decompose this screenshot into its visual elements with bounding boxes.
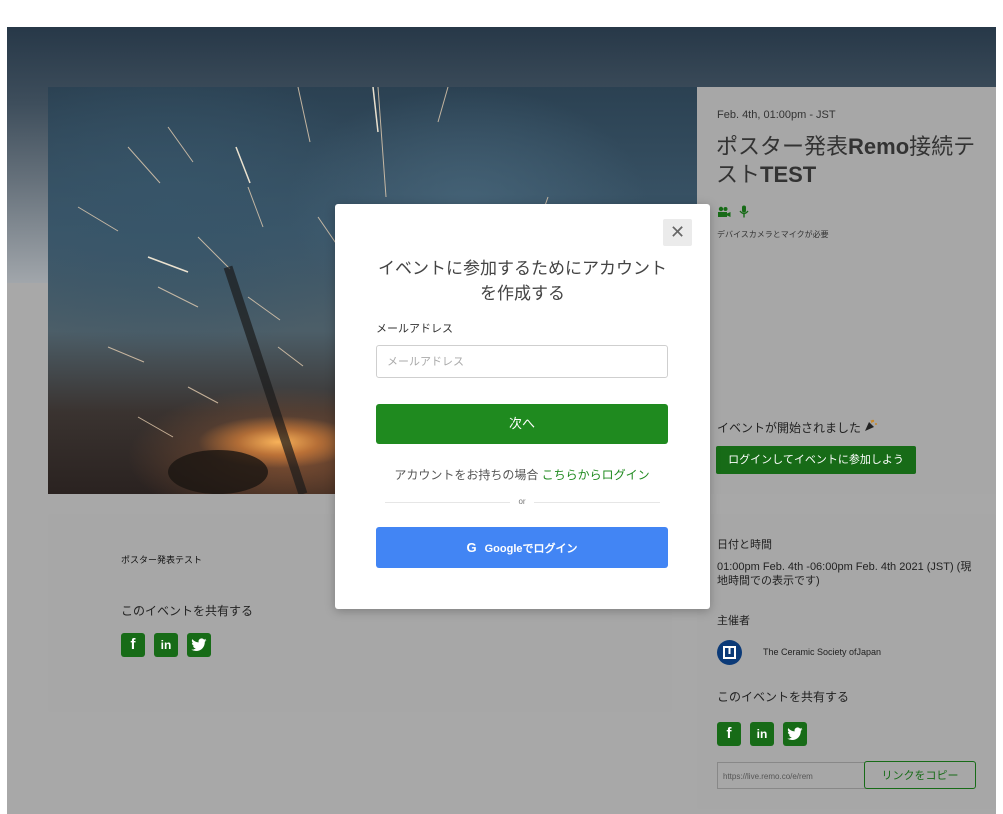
- event-short-title: ポスター発表テスト: [121, 555, 203, 565]
- copy-link-button[interactable]: リンクをコピー: [864, 761, 976, 789]
- facebook-share-button-right[interactable]: f: [717, 722, 741, 746]
- party-popper-icon: [864, 419, 878, 435]
- linkedin-icon: in: [756, 727, 768, 741]
- event-title-part1: ポスター発表: [716, 134, 849, 159]
- share-buttons-right: f in: [717, 722, 807, 746]
- device-icons: [717, 205, 749, 223]
- event-started-label: イベントが開始されました: [717, 421, 862, 435]
- google-icon: G: [466, 540, 477, 555]
- host-name: The Ceramic Society ofJapan: [763, 647, 882, 657]
- linkedin-share-button-right[interactable]: in: [750, 722, 774, 746]
- email-label: メールアドレス: [376, 323, 453, 335]
- camera-icon: [717, 205, 731, 223]
- facebook-icon: f: [130, 636, 136, 653]
- event-started-text: イベントが開始されました: [717, 419, 878, 436]
- twitter-icon: [191, 638, 207, 651]
- or-text: or: [510, 497, 534, 506]
- email-field[interactable]: [376, 345, 668, 378]
- linkedin-icon: in: [160, 638, 172, 652]
- event-date: Feb. 4th, 01:00pm - JST: [717, 109, 836, 121]
- host-logo: [717, 640, 742, 665]
- device-requirement-note: デバイスカメラとマイクが必要: [717, 230, 829, 239]
- facebook-icon: f: [726, 725, 732, 742]
- google-login-label: Googleでログイン: [484, 543, 578, 555]
- have-account-text: アカウントをお持ちの場合 こちらからログイン: [376, 466, 668, 483]
- event-title: ポスター発表Remo接続テストTEST: [716, 133, 976, 189]
- twitter-share-button[interactable]: [187, 633, 211, 657]
- next-button[interactable]: 次へ: [376, 404, 668, 444]
- event-title-bold2: TEST: [760, 162, 817, 187]
- event-link-field[interactable]: https://live.remo.co/e/rem: [717, 762, 867, 789]
- twitter-share-button-right[interactable]: [783, 722, 807, 746]
- share-buttons-left: f in: [121, 633, 211, 657]
- right-gutter: [996, 0, 1003, 814]
- left-gutter: [0, 0, 7, 814]
- modal-title: イベントに参加するためにアカウントを作成する: [378, 259, 667, 303]
- twitter-icon: [787, 727, 803, 740]
- login-link[interactable]: こちらからログイン: [542, 468, 650, 482]
- linkedin-share-button[interactable]: in: [154, 633, 178, 657]
- page: Feb. 4th, 01:00pm - JST ポスター発表Remo接続テストT…: [0, 0, 1003, 814]
- top-gutter: [0, 0, 1003, 27]
- share-event-label: このイベントを共有する: [121, 604, 254, 618]
- microphone-icon: [739, 205, 749, 223]
- host-label: 主催者: [717, 615, 750, 627]
- date-time-label: 日付と時間: [717, 539, 772, 551]
- date-time-value: 01:00pm Feb. 4th -06:00pm Feb. 4th 2021 …: [717, 561, 972, 587]
- event-title-bold1: Remo: [848, 134, 910, 159]
- close-icon[interactable]: ✕: [663, 219, 692, 246]
- facebook-share-button[interactable]: f: [121, 633, 145, 657]
- have-account-label: アカウントをお持ちの場合: [394, 468, 539, 482]
- share-event-label-right: このイベントを共有する: [717, 690, 850, 704]
- google-login-button[interactable]: G Googleでログイン: [376, 527, 668, 568]
- login-join-event-button[interactable]: ログインしてイベントに参加しよう: [716, 446, 916, 474]
